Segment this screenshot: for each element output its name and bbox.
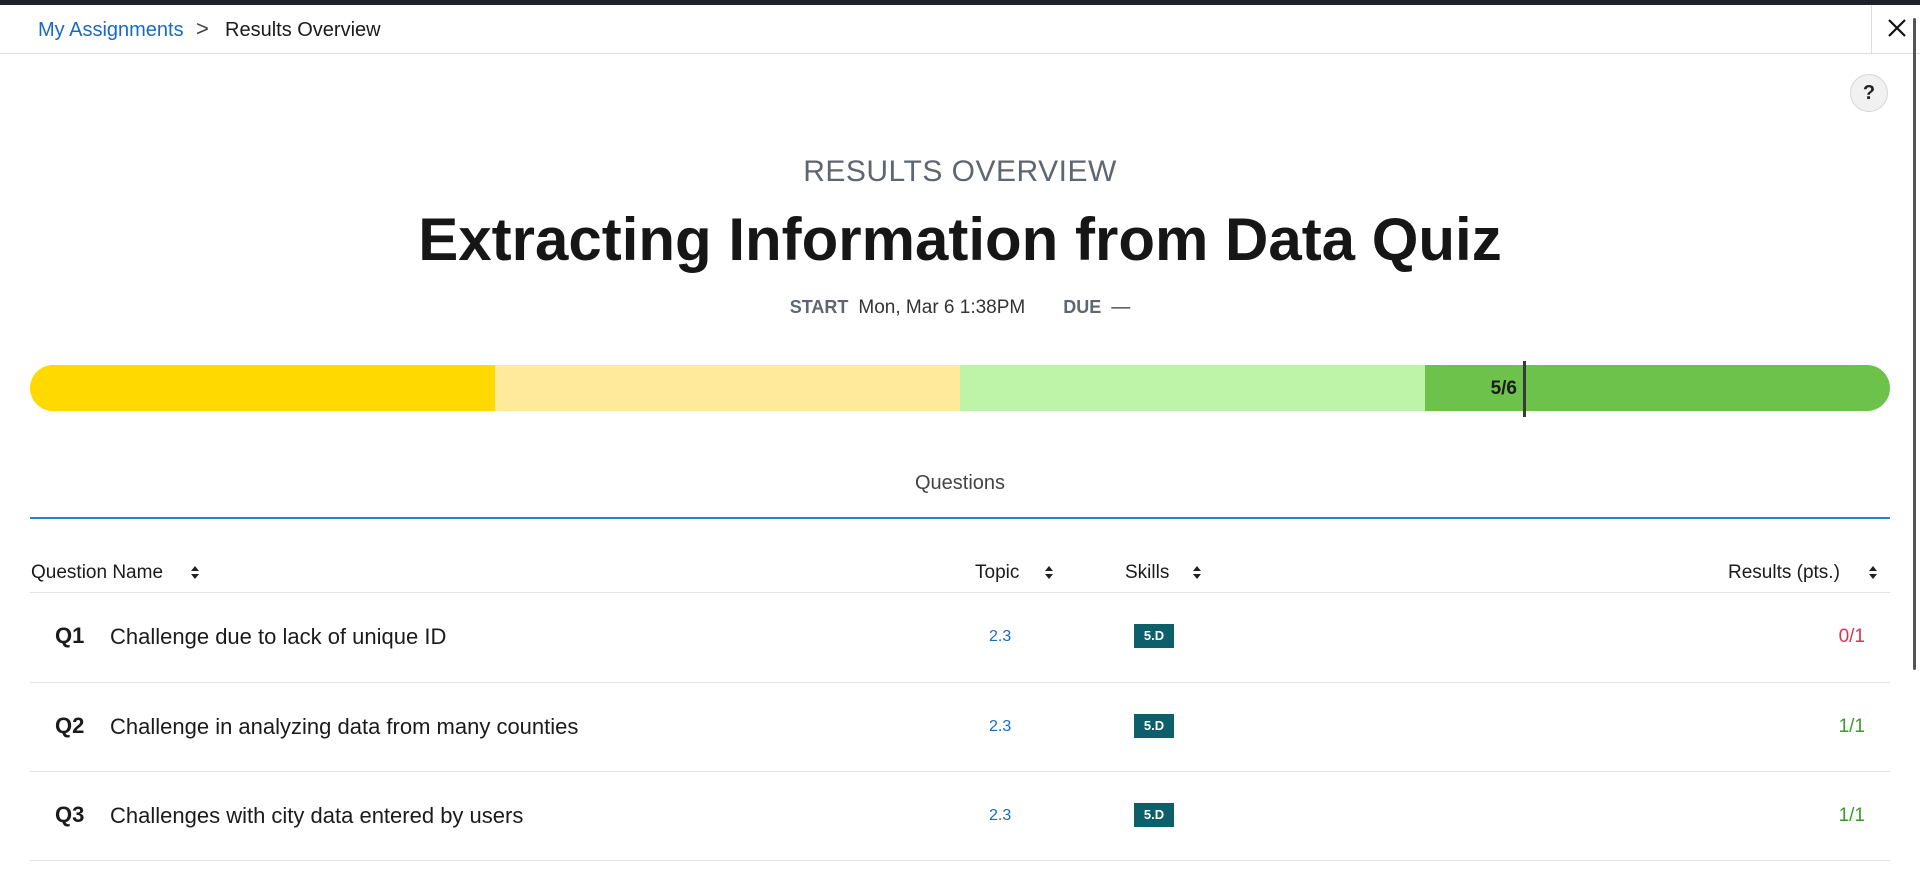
- score-band-3: [960, 365, 1425, 411]
- start-label: START: [789, 297, 849, 317]
- question-number: Q1: [55, 623, 85, 648]
- question-number: Q2: [55, 713, 85, 738]
- score-progress-bar: [30, 365, 1890, 411]
- row-divider: [30, 771, 1890, 772]
- skill-badge: 5.D: [1134, 714, 1174, 738]
- topic-link[interactable]: 2.3: [989, 718, 1011, 736]
- sort-icon[interactable]: [1192, 562, 1202, 582]
- skill-badge: 5.D: [1134, 624, 1174, 648]
- score-label: 5/6: [1490, 378, 1517, 399]
- column-header-results[interactable]: Results (pts.): [1728, 562, 1840, 584]
- close-icon: [1888, 19, 1906, 37]
- assignment-dates: START Mon, Mar 6 1:38PM DUE —: [0, 297, 1920, 319]
- row-divider: [30, 860, 1890, 861]
- due-value: —: [1111, 297, 1131, 318]
- question-name[interactable]: Challenge in analyzing data from many co…: [110, 714, 578, 740]
- column-header-question-name[interactable]: Question Name: [31, 562, 163, 584]
- question-name[interactable]: Challenge due to lack of unique ID: [110, 624, 446, 650]
- breadcrumb-current: Results Overview: [225, 19, 381, 41]
- tab-active-underline: [30, 517, 1890, 519]
- column-header-topic[interactable]: Topic: [975, 562, 1019, 584]
- question-result: 1/1: [1838, 716, 1865, 737]
- page-eyebrow: RESULTS OVERVIEW: [803, 155, 1117, 188]
- breadcrumb-chevron-icon: >: [196, 16, 209, 41]
- due-label: DUE: [1063, 297, 1102, 317]
- score-marker: [1523, 361, 1526, 417]
- sort-icon[interactable]: [1868, 562, 1878, 582]
- question-result: 0/1: [1838, 626, 1865, 647]
- sort-icon[interactable]: [190, 562, 200, 582]
- column-header-skills[interactable]: Skills: [1125, 562, 1169, 584]
- score-band-1: [30, 365, 495, 411]
- start-value: Mon, Mar 6 1:38PM: [858, 297, 1026, 318]
- help-button[interactable]: ?: [1850, 74, 1888, 112]
- question-number: Q3: [55, 802, 85, 827]
- page-title: Extracting Information from Data Quiz: [418, 206, 1502, 273]
- tab-questions[interactable]: Questions: [0, 472, 1920, 495]
- row-divider: [30, 592, 1890, 593]
- skill-badge: 5.D: [1134, 803, 1174, 827]
- breadcrumb-my-assignments[interactable]: My Assignments: [38, 19, 184, 42]
- top-bar: My Assignments > Results Overview: [0, 5, 1871, 54]
- question-result: 1/1: [1838, 805, 1865, 826]
- topic-link[interactable]: 2.3: [989, 807, 1011, 825]
- scrollbar[interactable]: [1913, 18, 1916, 670]
- question-name[interactable]: Challenges with city data entered by use…: [110, 803, 523, 829]
- sort-icon[interactable]: [1044, 562, 1054, 582]
- topic-link[interactable]: 2.3: [989, 628, 1011, 646]
- row-divider: [30, 682, 1890, 683]
- score-band-2: [495, 365, 960, 411]
